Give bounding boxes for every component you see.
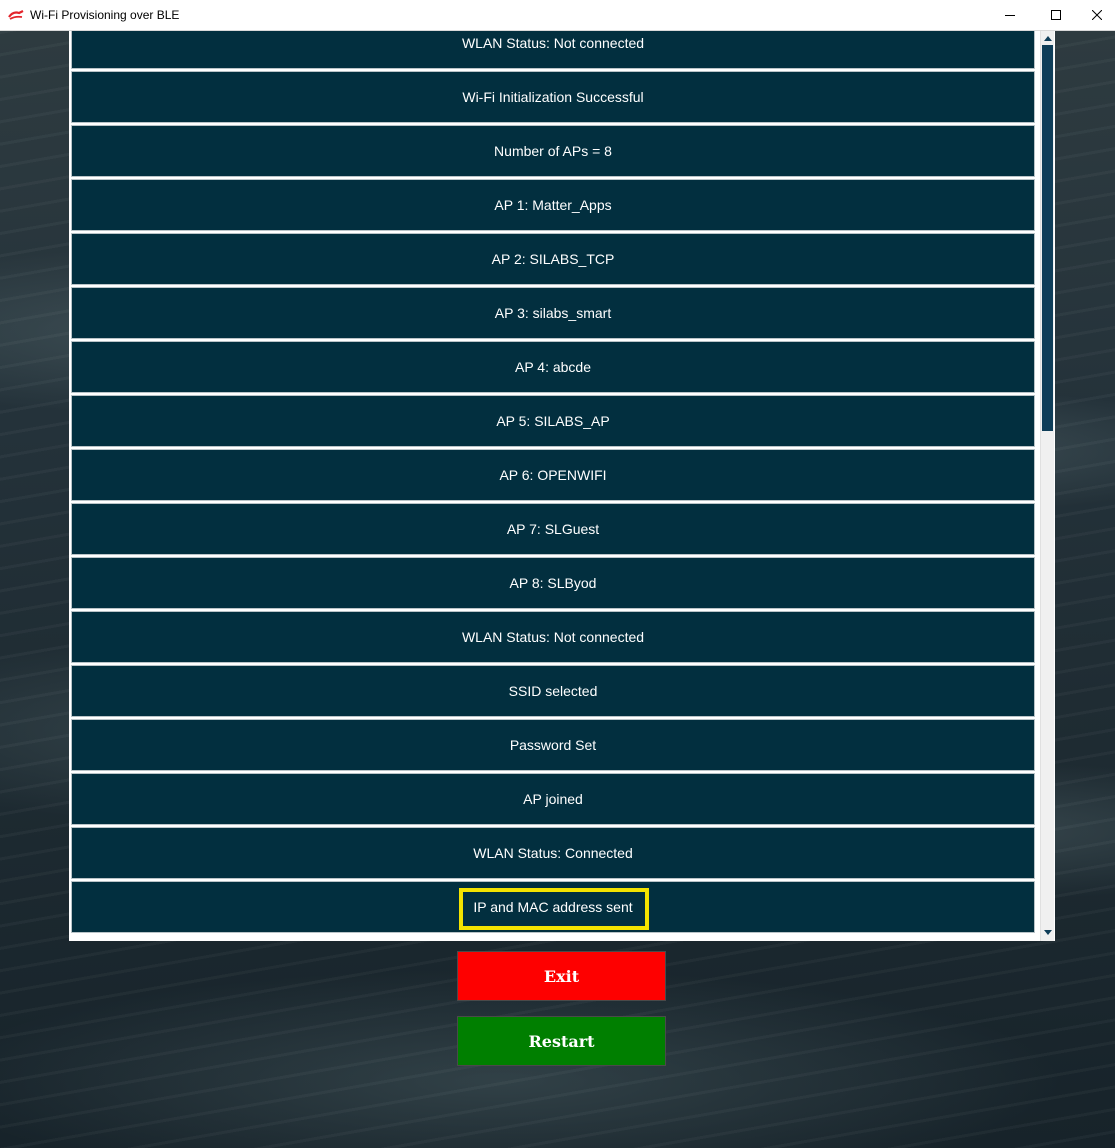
log-list[interactable]: WLAN Status: Not connected Wi-Fi Initiali… [70,31,1038,939]
maximize-button[interactable] [1033,0,1079,30]
log-row-label: AP 3: silabs_smart [494,305,612,321]
log-row-label: AP 6: OPENWIFI [499,467,607,483]
log-row-label: Number of APs = 8 [494,143,612,159]
exit-button[interactable]: Exit [457,951,666,1001]
log-row: SSID selected [71,665,1035,717]
log-row: AP joined [71,773,1035,825]
log-row: AP 6: OPENWIFI [71,449,1035,501]
close-icon [1092,10,1102,20]
log-row-label: WLAN Status: Not connected [461,629,645,645]
log-row: AP 2: SILABS_TCP [71,233,1035,285]
log-row-label: Password Set [509,737,597,753]
log-row: WLAN Status: Not connected [71,611,1035,663]
log-row-label: WLAN Status: Connected [473,845,633,861]
log-row-label: WLAN Status: Not connected [461,35,645,51]
highlight-box [459,888,649,930]
minimize-button[interactable] [987,0,1033,30]
minimize-icon [1005,15,1015,16]
log-row: AP 5: SILABS_AP [71,395,1035,447]
log-row: AP 1: Matter_Apps [71,179,1035,231]
log-row: WLAN Status: Connected [71,827,1035,879]
log-row: Number of APs = 8 [71,125,1035,177]
log-row-label: Wi-Fi Initialization Successful [462,89,644,105]
log-row: AP 3: silabs_smart [71,287,1035,339]
log-row: AP 7: SLGuest [71,503,1035,555]
log-row-label: AP 7: SLGuest [506,521,600,537]
chevron-up-icon [1044,36,1052,41]
scroll-up-button[interactable] [1042,32,1054,44]
app-logo-icon [8,10,24,20]
log-row-label: AP 4: abcde [514,359,592,375]
log-row-label: AP 2: SILABS_TCP [491,251,615,267]
app-window: Wi-Fi Provisioning over BLE WLAN Status:… [0,0,1115,1148]
log-row: WLAN Status: Not connected [71,31,1035,69]
scroll-down-button[interactable] [1042,927,1054,939]
log-row-label: AP 8: SLByod [509,575,597,591]
vertical-scrollbar[interactable] [1040,31,1054,941]
log-row: Password Set [71,719,1035,771]
log-row-label: AP 1: Matter_Apps [494,197,612,213]
log-row: Wi-Fi Initialization Successful [71,71,1035,123]
close-button[interactable] [1079,0,1115,30]
chevron-down-icon [1044,930,1052,935]
window-title: Wi-Fi Provisioning over BLE [30,8,180,22]
title-bar: Wi-Fi Provisioning over BLE [0,0,1115,31]
maximize-icon [1051,10,1061,20]
log-row-label: AP joined [523,791,583,807]
log-row: AP 8: SLByod [71,557,1035,609]
log-panel: WLAN Status: Not connected Wi-Fi Initiali… [69,31,1055,941]
restart-button[interactable]: Restart [457,1016,666,1066]
log-row: AP 4: abcde [71,341,1035,393]
scroll-thumb[interactable] [1042,45,1053,431]
log-row-label: AP 5: SILABS_AP [496,413,610,429]
log-row-label: SSID selected [508,683,598,699]
